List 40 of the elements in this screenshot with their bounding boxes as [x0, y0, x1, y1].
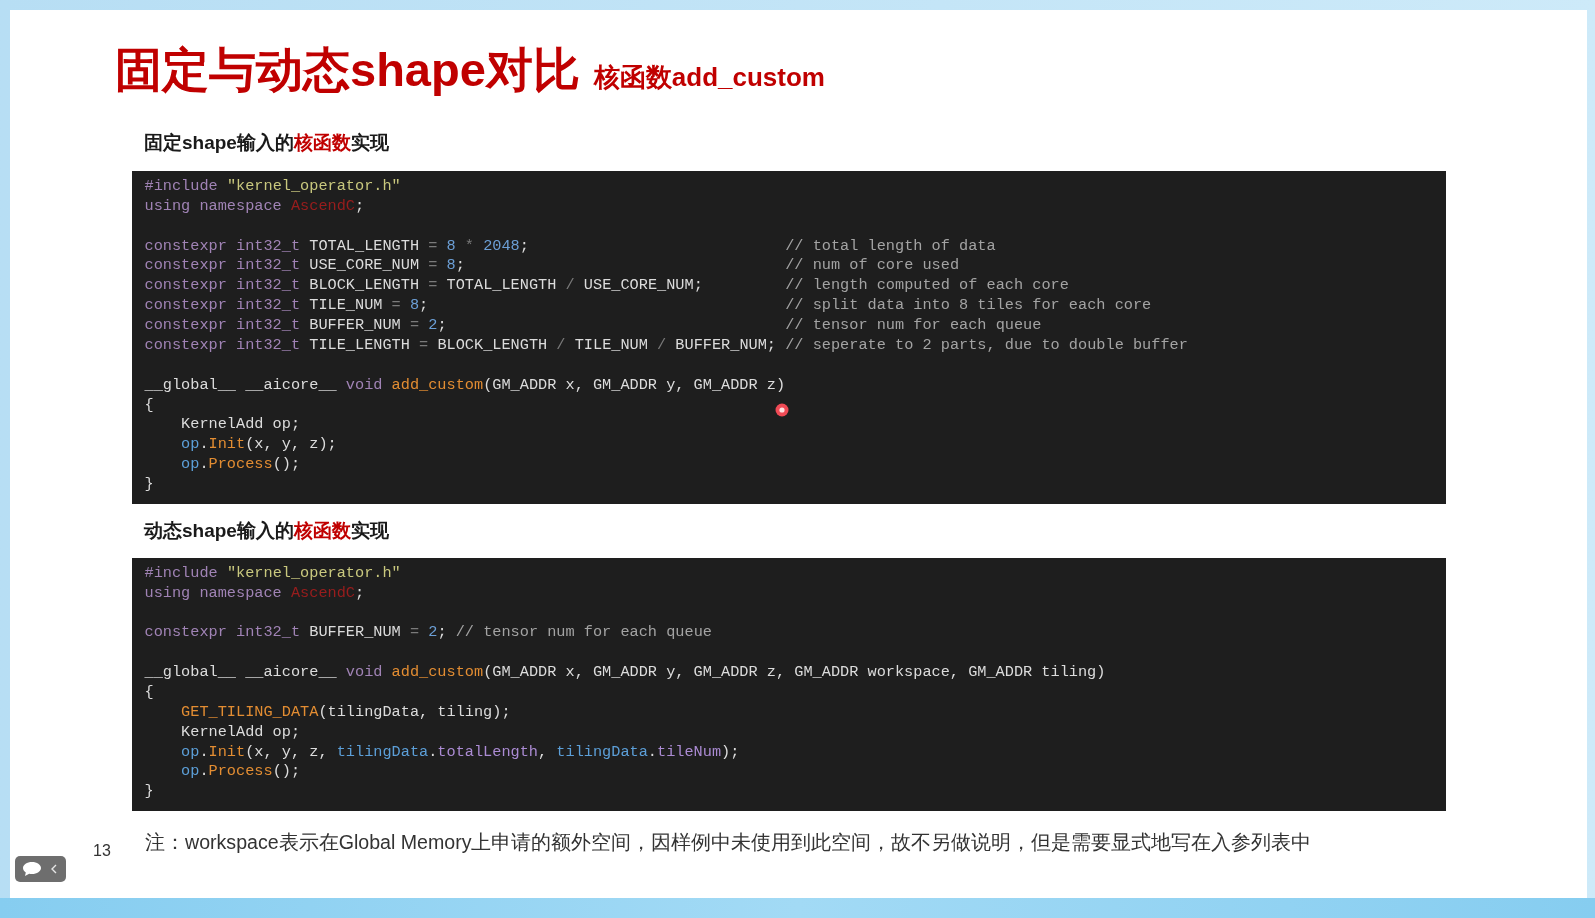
code-line: GET_TILING_DATA(tilingData, tiling); — [181, 702, 511, 723]
code-line: op.Init(x, y, z, tilingData.totalLength, tilingData.tileNum); — [181, 742, 740, 763]
code-line: constexpr int32_t BLOCK_LENGTH = TOTAL_LENGTH / USE_CORE_NUM; — [144, 276, 703, 297]
speech-bubble-icon — [22, 861, 42, 877]
comment-toggle-button[interactable] — [15, 856, 66, 882]
section-heading: 固定shape输入的核函数实现 — [144, 131, 389, 155]
code-line: constexpr int32_t TILE_LENGTH = BLOCK_LENGTH / TILE_NUM / BUFFER_NUM; — [144, 335, 777, 356]
code-line: } — [144, 475, 154, 495]
code-line: KernelAdd op; — [181, 722, 301, 743]
code-line: #include "kernel_operator.h" — [144, 563, 401, 584]
code-comment: // split data into 8 tiles for each core — [785, 296, 1152, 317]
code-comment: // seperate to 2 parts, due to double buffer — [785, 335, 1188, 356]
code-line: KernelAdd op; — [181, 415, 301, 436]
section-heading: 动态shape输入的核函数实现 — [144, 518, 389, 543]
code-line: op.Init(x, y, z); — [181, 435, 337, 456]
code-line: } — [144, 782, 154, 803]
slide-subtitle: 核函数add_custom — [593, 61, 825, 94]
code-line: { — [144, 683, 154, 703]
code-comment: // tensor num for each queue — [785, 316, 1042, 336]
code-line: constexpr int32_t USE_CORE_NUM = 8; — [144, 256, 465, 277]
pointer-dot-icon — [775, 403, 789, 417]
code-comment: // length computed of each core — [785, 276, 1069, 297]
code-line: constexpr int32_t BUFFER_NUM = 2; // tensor num for each queue — [144, 623, 712, 644]
code-line: constexpr int32_t TOTAL_LENGTH = 8 * 2048; — [144, 236, 529, 257]
chevron-left-icon — [51, 864, 57, 874]
code-line: using namespace AscendC; — [144, 583, 365, 604]
code-line: #include "kernel_operator.h" — [144, 177, 401, 197]
code-line: __global__ __aicore__ void add_custom(GM_ADDR x, GM_ADDR y, GM_ADDR z) — [144, 375, 786, 396]
code-comment: // total length of data — [785, 236, 996, 257]
page-number: 13 — [93, 841, 110, 862]
code-line: using namespace AscendC; — [144, 196, 365, 217]
code-line: op.Process(); — [181, 455, 301, 475]
code-line: op.Process(); — [181, 762, 301, 783]
code-line: { — [144, 395, 154, 416]
code-line: constexpr int32_t TILE_NUM = 8; — [144, 296, 429, 317]
footnote-text: 注：workspace表示在Global Memory上申请的额外空间，因样例中未使用到此空间，故不另做说明，但是需要显式地写在入参列表中 — [145, 830, 1312, 856]
code-comment: // num of core used — [785, 256, 960, 277]
code-line: constexpr int32_t BUFFER_NUM = 2; — [144, 316, 447, 336]
code-line: __global__ __aicore__ void add_custom(GM_ADDR x, GM_ADDR y, GM_ADDR z, GM_ADDR workspace, GM_ADDR tiling) — [144, 663, 1106, 683]
slide-title: 固定与动态shape对比 — [115, 42, 580, 98]
